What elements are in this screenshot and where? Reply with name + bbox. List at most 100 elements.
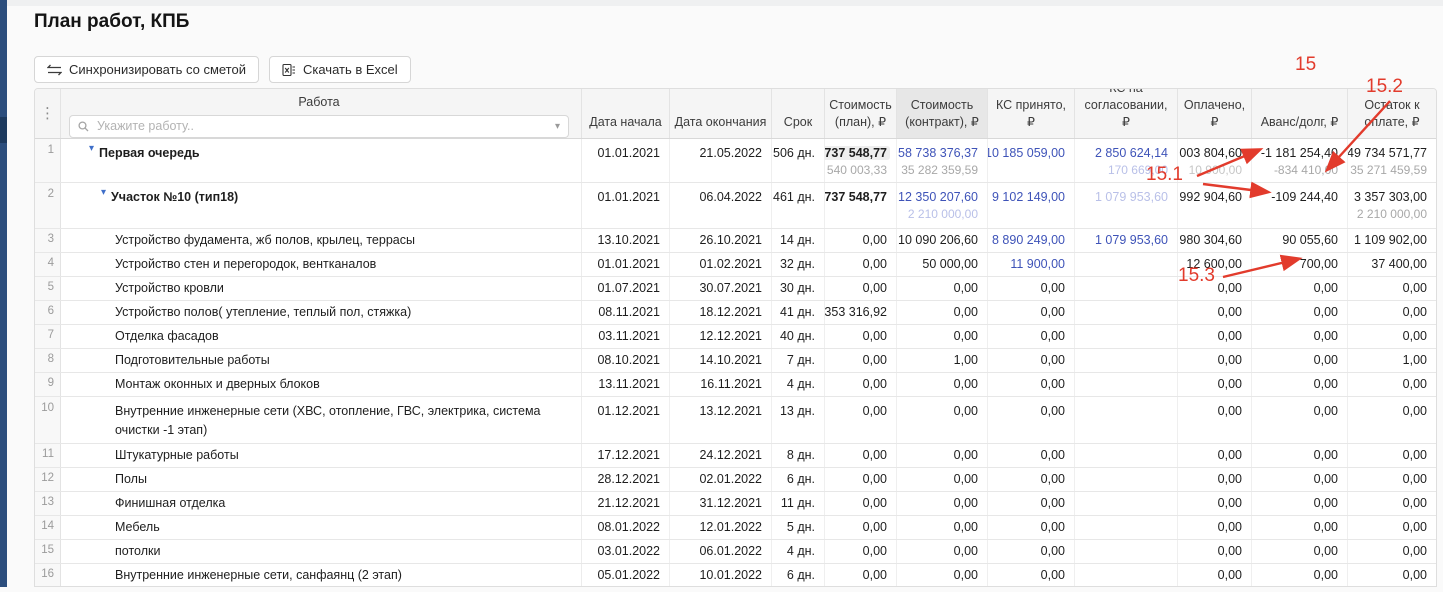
value-main: 02.01.2022 [699, 472, 762, 487]
cell-cost-contract: 50 000,00 [897, 253, 988, 276]
table-row[interactable]: 10 Внутренние инженерные сети (ХВС, отопл… [35, 397, 1436, 444]
value-main: 0,00 [1313, 377, 1338, 392]
value-main: 0,00 [1040, 448, 1065, 463]
value-main: 0,00 [1313, 520, 1338, 535]
column-header: Срок [772, 89, 825, 138]
value-main: 0,00 [862, 544, 887, 559]
row-number: 1 [35, 139, 61, 182]
sync-with-estimate-button[interactable]: Синхронизировать со сметой [34, 56, 259, 83]
cell-ks-accepted: 0,00 [988, 301, 1075, 324]
cell-cost-plan: 5 737 548,772 540 003,33 [825, 139, 897, 182]
cell-end-date: 14.10.2021 [670, 349, 772, 372]
column-header: Оплачено, ₽ [1178, 89, 1252, 138]
cell-work-name: ▾ Участок №10 (тип18) [61, 183, 582, 228]
value-main: 0,00 [1217, 544, 1242, 559]
row-number: 16 [35, 564, 61, 586]
table-row[interactable]: 16 Внутренние инженерные сети, санфаянц (… [35, 564, 1436, 586]
row-number: 13 [35, 492, 61, 515]
cell-ks-accepted: 0,00 [988, 349, 1075, 372]
column-header: Остаток к оплате, ₽ [1364, 98, 1420, 130]
value-main: 1 109 902,00 [1354, 233, 1427, 248]
value-main: 0,00 [953, 472, 978, 487]
value-main: 01.01.2021 [597, 146, 660, 160]
cell-remainder: 0,00 [1348, 325, 1436, 348]
value-main: 0,00 [1040, 305, 1065, 320]
cell-start-date: 28.12.2021 [582, 468, 670, 491]
value-main: 8 980 304,60 [1178, 233, 1242, 248]
collapse-triangle-icon[interactable]: ▾ [101, 188, 106, 198]
value-main: 0,00 [1313, 472, 1338, 487]
work-search-box[interactable]: ▾ [69, 114, 569, 138]
row-menu-kebab-icon[interactable]: ⋮ [35, 89, 61, 138]
work-name-label: Внутренние инженерные сети (ХВС, отоплен… [115, 404, 541, 437]
table-row[interactable]: 4 Устройство стен и перегородок, венткана… [35, 253, 1436, 277]
cell-cost-contract: 12 350 207,60 2 210 000,00 [897, 183, 988, 228]
work-name-label: Внутренние инженерные сети, санфаянц (2 … [115, 568, 402, 583]
value-main: 0,00 [862, 257, 887, 272]
column-header: Дата начала [582, 89, 670, 138]
table-row[interactable]: 5 Устройство кровли 01.07.2021 30.07.2021 30… [35, 277, 1436, 301]
cell-start-date: 17.12.2021 [582, 444, 670, 467]
table-row[interactable]: 2 ▾ Участок №10 (тип18) 01.01.2021 06.04.202… [35, 183, 1436, 229]
cell-remainder: 0,00 [1348, 301, 1436, 324]
cell-ks-pending [1075, 444, 1178, 467]
value-main: 12 350 207,60 [898, 190, 978, 204]
cell-remainder: 0,00 [1348, 468, 1436, 491]
table-row[interactable]: 7 Отделка фасадов 03.11.2021 12.12.2021 40 д… [35, 325, 1436, 349]
value-main: 0,00 [953, 377, 978, 392]
cell-duration: 14 дн. [772, 229, 825, 252]
cell-work-name: потолки [61, 540, 582, 563]
cell-ks-pending [1075, 516, 1178, 539]
cell-cost-contract: 0,00 [897, 540, 988, 563]
cell-advance-debt: 0,00 [1252, 492, 1348, 515]
cell-work-name: Устройство стен и перегородок, вентканал… [61, 253, 582, 276]
table-row[interactable]: 14 Мебель 08.01.2022 12.01.2022 5 дн. 0,00 0,0… [35, 516, 1436, 540]
table-row[interactable]: 1 ▾ Первая очередь 01.01.2021 21.05.2022 506 … [35, 139, 1436, 183]
cell-cost-contract: 10 090 206,60 [897, 229, 988, 252]
cell-duration: 506 дн. [772, 139, 825, 182]
work-name-label: Подготовительные работы [115, 353, 270, 368]
value-main: 0,00 [1040, 496, 1065, 511]
table-row[interactable]: 11 Штукатурные работы 17.12.2021 24.12.2021… [35, 444, 1436, 468]
value-main: 30.07.2021 [699, 281, 762, 296]
page-title: План работ, КПБ [34, 11, 190, 32]
table-row[interactable]: 8 Подготовительные работы 08.10.2021 14.10.… [35, 349, 1436, 373]
download-excel-button[interactable]: Скачать в Excel [268, 56, 411, 83]
cell-ks-accepted: 0,00 [988, 373, 1075, 396]
collapse-triangle-icon[interactable]: ▾ [89, 144, 94, 154]
cell-advance-debt: 90 055,60 [1252, 229, 1348, 252]
cell-ks-accepted: 0,00 [988, 540, 1075, 563]
table-row[interactable]: 6 Устройство полов( утепление, теплый пол… [35, 301, 1436, 325]
cell-remainder: 0,00 [1348, 540, 1436, 563]
table-row[interactable]: 9 Монтаж оконных и дверных блоков 13.11.20… [35, 373, 1436, 397]
chevron-down-icon[interactable]: ▾ [555, 120, 560, 134]
value-main: 0,00 [1040, 281, 1065, 296]
value-main: 0,00 [953, 404, 978, 418]
table-row[interactable]: 12 Полы 28.12.2021 02.01.2022 6 дн. 0,00 0,00 0… [35, 468, 1436, 492]
cell-paid: 8 980 304,60 [1178, 229, 1252, 252]
value-main: 0,00 [1217, 329, 1242, 344]
cell-cost-plan: 5 737 548,77 [825, 183, 897, 228]
table-row[interactable]: 13 Финишная отделка 21.12.2021 31.12.2021 11… [35, 492, 1436, 516]
value-main: 32 дн. [779, 257, 815, 272]
table-body: 1 ▾ Первая очередь 01.01.2021 21.05.2022 506 … [35, 139, 1436, 586]
value-main: 0,00 [953, 496, 978, 511]
row-number: 3 [35, 229, 61, 252]
cell-cost-plan: 0,00 [825, 253, 897, 276]
value-main: 13.10.2021 [597, 233, 660, 248]
value-main: 0,00 [862, 353, 887, 368]
cell-remainder: 0,00 [1348, 277, 1436, 300]
cell-start-date: 08.10.2021 [582, 349, 670, 372]
table-header-row: ⋮Работа▾Дата началаДата окончанияСрокСто… [35, 89, 1436, 139]
table-row[interactable]: 3 Устройство фудамента, жб полов, крылец,… [35, 229, 1436, 253]
cell-cost-plan: 0,00 [825, 564, 897, 586]
cell-work-name: Внутренние инженерные сети, санфаянц (2 … [61, 564, 582, 586]
table-row[interactable]: 15 потолки 03.01.2022 06.01.2022 4 дн. 0,00 0,… [35, 540, 1436, 564]
value-main: 0,00 [1402, 472, 1427, 487]
cell-start-date: 08.01.2022 [582, 516, 670, 539]
value-main: -109 244,40 [1271, 190, 1338, 204]
work-search-input[interactable] [95, 118, 549, 135]
cell-duration: 41 дн. [772, 301, 825, 324]
value-main: 9 003 804,60 [1178, 146, 1242, 160]
sidebar-scroll-thumb[interactable] [0, 117, 7, 143]
